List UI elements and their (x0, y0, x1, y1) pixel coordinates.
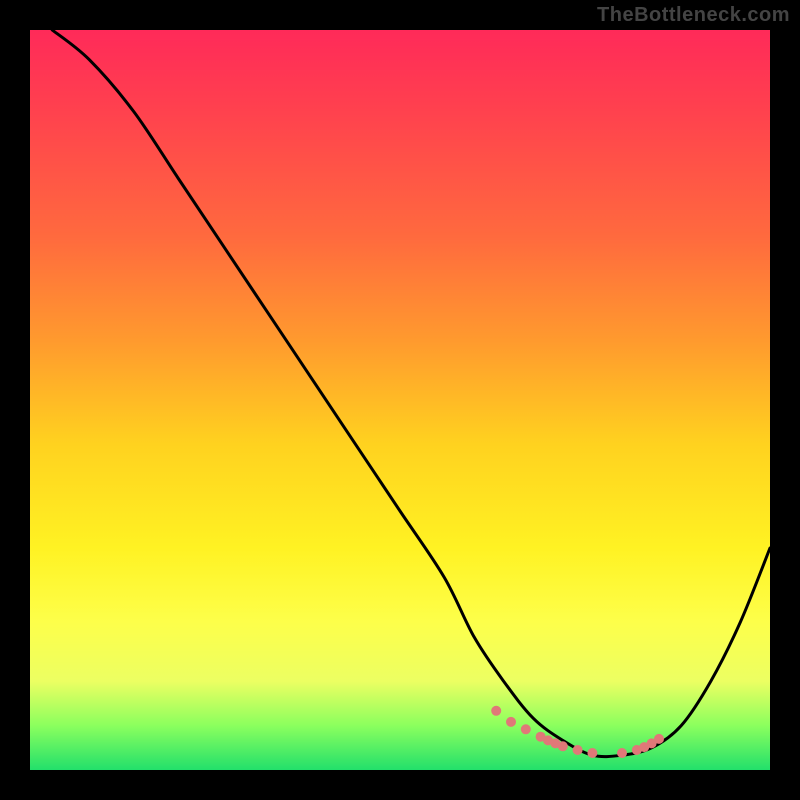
watermark-text: TheBottleneck.com (597, 4, 790, 27)
highlight-dot (587, 748, 597, 758)
bottleneck-curve (52, 30, 770, 757)
highlight-markers (491, 706, 664, 758)
highlight-dot (617, 748, 627, 758)
highlight-dot (506, 717, 516, 727)
chart-frame: TheBottleneck.com (0, 0, 800, 800)
highlight-dot (654, 734, 664, 744)
highlight-dot (558, 741, 568, 751)
highlight-dot (573, 745, 583, 755)
highlight-dot (521, 724, 531, 734)
highlight-dot (491, 706, 501, 716)
chart-overlay-svg (30, 30, 770, 770)
plot-area (30, 30, 770, 770)
